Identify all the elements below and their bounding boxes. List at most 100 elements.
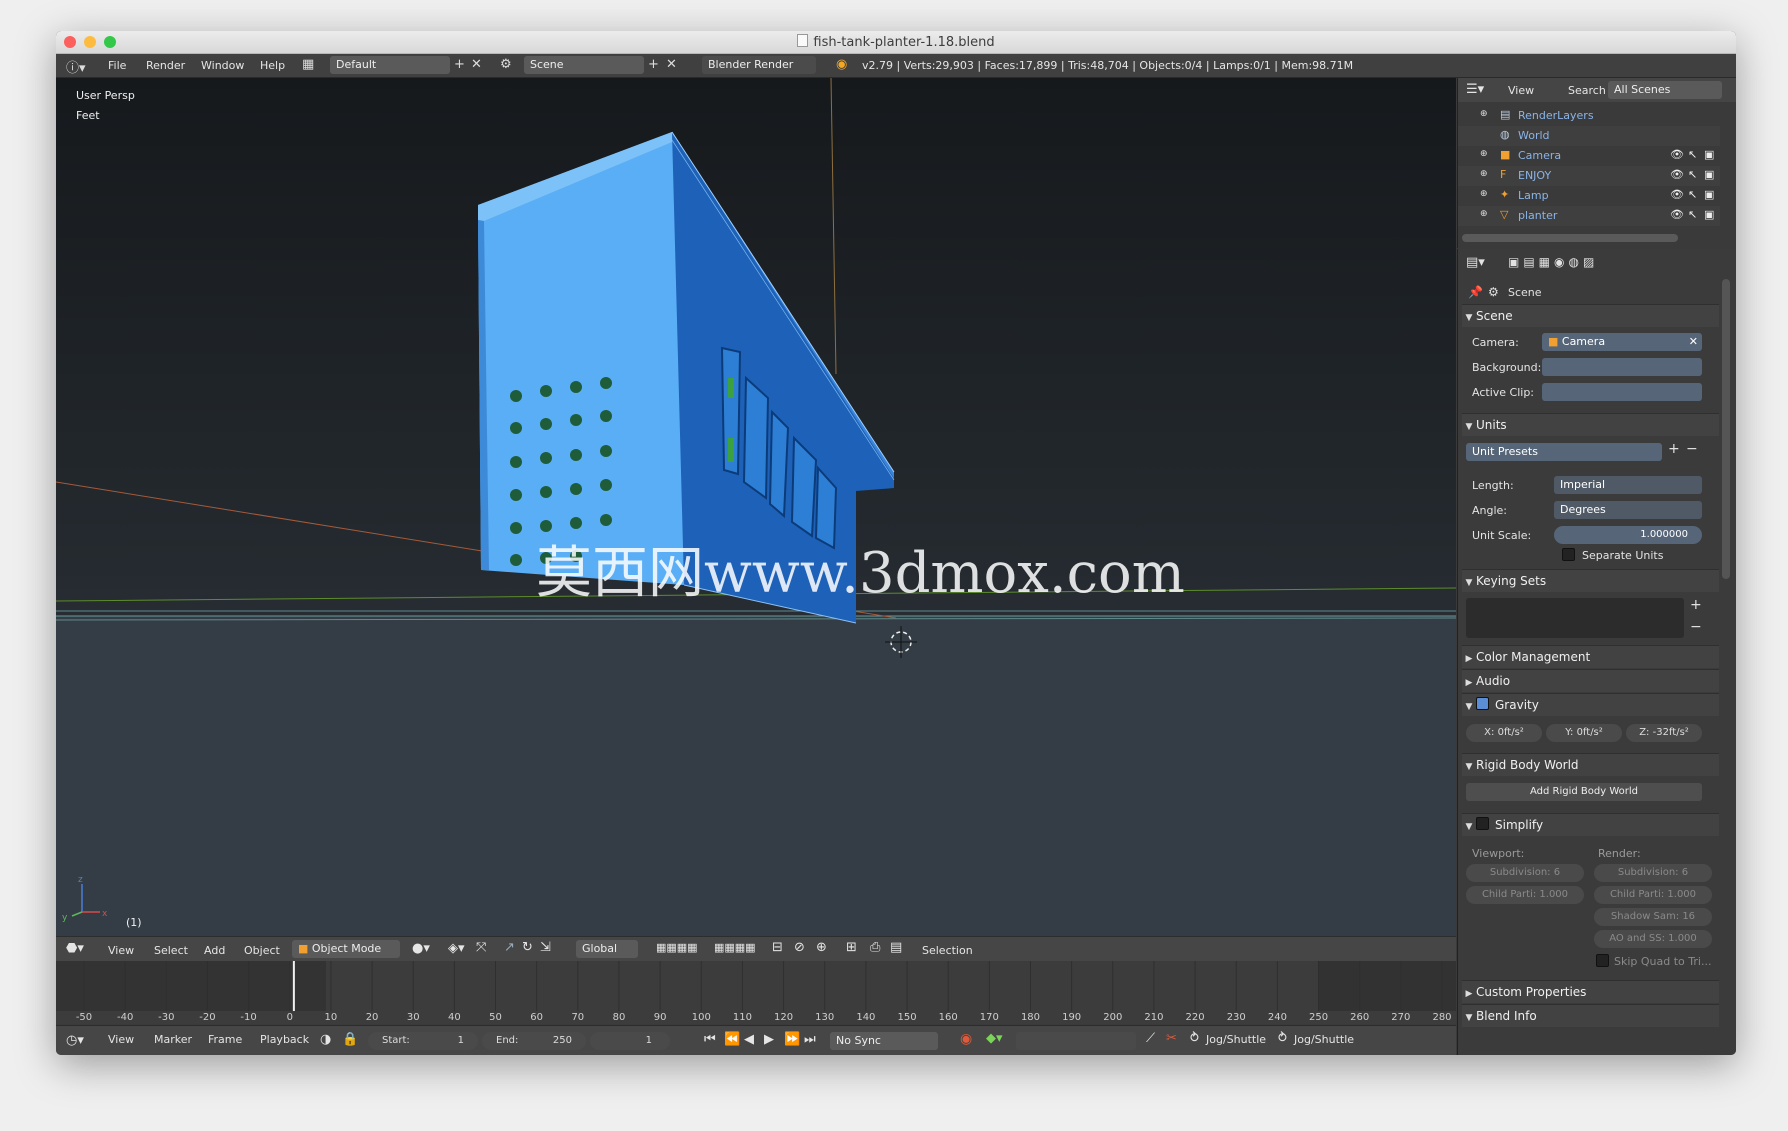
- outliner-row-planter[interactable]: ⊕ ▽ planter 👁 ↖ ▣: [1458, 206, 1720, 226]
- translate-manipulator-icon[interactable]: ↗: [504, 940, 515, 955]
- properties-editor-type-icon[interactable]: ▤▾: [1466, 255, 1485, 270]
- snap-icon[interactable]: ⊕: [816, 940, 827, 955]
- timeline[interactable]: -50 -40 -30 -20 -10 0 10 20 30 40 50 60 70 80 90 100 110…: [56, 961, 1456, 1024]
- expand-icon[interactable]: ⊕: [1480, 189, 1488, 199]
- gravity-checkbox[interactable]: [1476, 697, 1489, 710]
- delete-screen-icon[interactable]: ✕: [471, 57, 482, 72]
- keying-sets-list[interactable]: [1466, 598, 1684, 638]
- outliner-row-camera[interactable]: ⊕ ■ Camera 👁 ↖ ▣: [1458, 146, 1720, 166]
- manipulator-icon[interactable]: ⤧: [476, 940, 486, 955]
- pivot-point-icon[interactable]: ◈▾: [448, 941, 465, 956]
- background-field[interactable]: [1542, 358, 1702, 376]
- select-menu[interactable]: Select: [154, 944, 188, 957]
- gravity-x-field[interactable]: X: 0ft/s²: [1466, 724, 1542, 742]
- outliner-search-menu[interactable]: Search: [1568, 84, 1606, 97]
- jump-to-end-icon[interactable]: ⏭: [804, 1032, 816, 1047]
- play-reverse-icon[interactable]: ◀: [744, 1032, 754, 1047]
- jog-shuttle-icon-2[interactable]: ⥁: [1278, 1031, 1287, 1046]
- visibility-eye-icon[interactable]: 👁: [1670, 188, 1684, 201]
- editor-type-icon[interactable]: ⬣▾: [66, 941, 84, 956]
- visibility-eye-icon[interactable]: 👁: [1670, 168, 1684, 181]
- gravity-panel-header[interactable]: ▼ Gravity: [1462, 693, 1719, 716]
- simplify-panel-header[interactable]: ▼ Simplify: [1462, 813, 1719, 836]
- layers-icon[interactable]: ▦▦▦▦: [656, 941, 698, 954]
- outliner-view-menu[interactable]: View: [1508, 84, 1534, 97]
- separate-units-checkbox[interactable]: [1562, 548, 1575, 561]
- blend-info-panel-header[interactable]: ▼ Blend Info: [1462, 1004, 1719, 1027]
- scene-field[interactable]: Scene: [524, 56, 644, 74]
- units-panel-header[interactable]: ▼ Units: [1462, 413, 1719, 436]
- selectability-arrow-icon[interactable]: ↖: [1688, 188, 1697, 201]
- menu-file[interactable]: File: [108, 59, 126, 72]
- visibility-eye-icon[interactable]: 👁: [1670, 148, 1684, 161]
- insert-keyframe-icon[interactable]: ⟋: [1146, 1031, 1155, 1046]
- scale-manipulator-icon[interactable]: ⇲: [540, 940, 551, 955]
- delete-scene-icon[interactable]: ✕: [666, 57, 677, 72]
- sync-mode-dropdown[interactable]: No Sync: [830, 1032, 938, 1050]
- remove-preset-icon[interactable]: −: [1686, 441, 1698, 457]
- active-keying-set-field[interactable]: [1016, 1032, 1136, 1050]
- properties-scrollbar[interactable]: [1722, 279, 1730, 579]
- selectability-arrow-icon[interactable]: ↖: [1688, 208, 1697, 221]
- skip-quad-checkbox[interactable]: [1596, 954, 1609, 967]
- renderability-camera-icon[interactable]: ▣: [1704, 188, 1714, 201]
- custom-properties-panel-header[interactable]: ▶ Custom Properties: [1462, 980, 1719, 1003]
- transform-orientation-dropdown[interactable]: Global: [576, 940, 638, 958]
- color-management-panel-header[interactable]: ▶ Color Management: [1462, 645, 1719, 668]
- lock-layers-icon[interactable]: ⊟: [772, 940, 783, 955]
- render-engine-dropdown[interactable]: Blender Render: [702, 56, 816, 74]
- rotate-manipulator-icon[interactable]: ↻: [522, 940, 533, 955]
- current-frame-field[interactable]: 1: [590, 1032, 670, 1050]
- jog-shuttle-icon[interactable]: ⥁: [1190, 1031, 1199, 1046]
- outliner-row-renderlayers[interactable]: ⊕ ▤ RenderLayers: [1458, 106, 1720, 126]
- properties-context-tabs[interactable]: ▣▤▦◉◍▨: [1508, 255, 1598, 269]
- outliner-row-enjoy[interactable]: ⊕ F ENJOY 👁 ↖ ▣: [1458, 166, 1720, 186]
- expand-icon[interactable]: ⊕: [1480, 149, 1488, 159]
- remove-keying-set-icon[interactable]: −: [1690, 619, 1702, 635]
- timeline-view-menu[interactable]: View: [108, 1033, 134, 1046]
- preview-range-icon[interactable]: ◑: [320, 1032, 331, 1047]
- renderability-camera-icon[interactable]: ▣: [1704, 148, 1714, 161]
- pin-icon[interactable]: 📌: [1468, 285, 1483, 299]
- gravity-y-field[interactable]: Y: 0ft/s²: [1546, 724, 1622, 742]
- view-menu[interactable]: View: [108, 944, 134, 957]
- outliner[interactable]: ☰▾ View Search All Scenes ⊕ ▤ RenderLayers…: [1457, 78, 1736, 248]
- screen-layout-icon[interactable]: ▦: [302, 57, 314, 72]
- menu-help[interactable]: Help: [260, 59, 285, 72]
- render-child-particles-field[interactable]: Child Parti: 1.000: [1594, 886, 1712, 904]
- simplify-checkbox[interactable]: [1476, 817, 1489, 830]
- add-scene-icon[interactable]: +: [648, 57, 659, 72]
- keying-sets-panel-header[interactable]: ▼ Keying Sets: [1462, 569, 1719, 592]
- renderability-camera-icon[interactable]: ▣: [1704, 208, 1714, 221]
- timeline-editor-type-icon[interactable]: ◷▾: [66, 1033, 84, 1048]
- unit-presets-dropdown[interactable]: Unit Presets: [1466, 443, 1662, 461]
- lock-range-icon[interactable]: 🔒: [342, 1032, 358, 1047]
- opengl-render-icon[interactable]: ▤: [890, 940, 902, 955]
- jump-to-keyframe-forward-icon[interactable]: ⏩: [784, 1032, 800, 1047]
- clear-camera-icon[interactable]: ✕: [1689, 333, 1698, 351]
- delete-keyframe-icon[interactable]: ✂: [1166, 1031, 1177, 1046]
- jog-shuttle-button-1[interactable]: Jog/Shuttle: [1206, 1033, 1266, 1046]
- keying-set-icon[interactable]: ◆▾: [986, 1031, 1003, 1046]
- marker-menu[interactable]: Marker: [154, 1033, 192, 1046]
- expand-icon[interactable]: ⊕: [1480, 169, 1488, 179]
- add-rigid-body-world-button[interactable]: Add Rigid Body World: [1466, 783, 1702, 801]
- screen-layout-field[interactable]: Default: [330, 56, 450, 74]
- proportional-edit-icon[interactable]: ⊘: [794, 940, 805, 955]
- add-keying-set-icon[interactable]: +: [1690, 597, 1702, 613]
- camera-field[interactable]: ■ Camera ✕: [1542, 333, 1702, 351]
- scene-panel-header[interactable]: ▼ Scene: [1462, 304, 1719, 327]
- selectability-arrow-icon[interactable]: ↖: [1688, 168, 1697, 181]
- frame-menu[interactable]: Frame: [208, 1033, 242, 1046]
- outliner-scrollbar[interactable]: [1462, 234, 1678, 242]
- length-dropdown[interactable]: Imperial: [1554, 476, 1702, 494]
- playback-menu[interactable]: Playback: [260, 1033, 309, 1046]
- menu-window[interactable]: Window: [201, 59, 244, 72]
- outliner-row-lamp[interactable]: ⊕ ✦ Lamp 👁 ↖ ▣: [1458, 186, 1720, 206]
- play-icon[interactable]: ▶: [764, 1032, 774, 1047]
- scene-icon[interactable]: ⚙: [500, 57, 512, 72]
- rigid-body-world-panel-header[interactable]: ▼ Rigid Body World: [1462, 753, 1719, 776]
- display-mode-dropdown[interactable]: All Scenes: [1608, 81, 1722, 99]
- viewport-child-particles-field[interactable]: Child Parti: 1.000: [1466, 886, 1584, 904]
- end-frame-field[interactable]: End: 250: [482, 1032, 586, 1050]
